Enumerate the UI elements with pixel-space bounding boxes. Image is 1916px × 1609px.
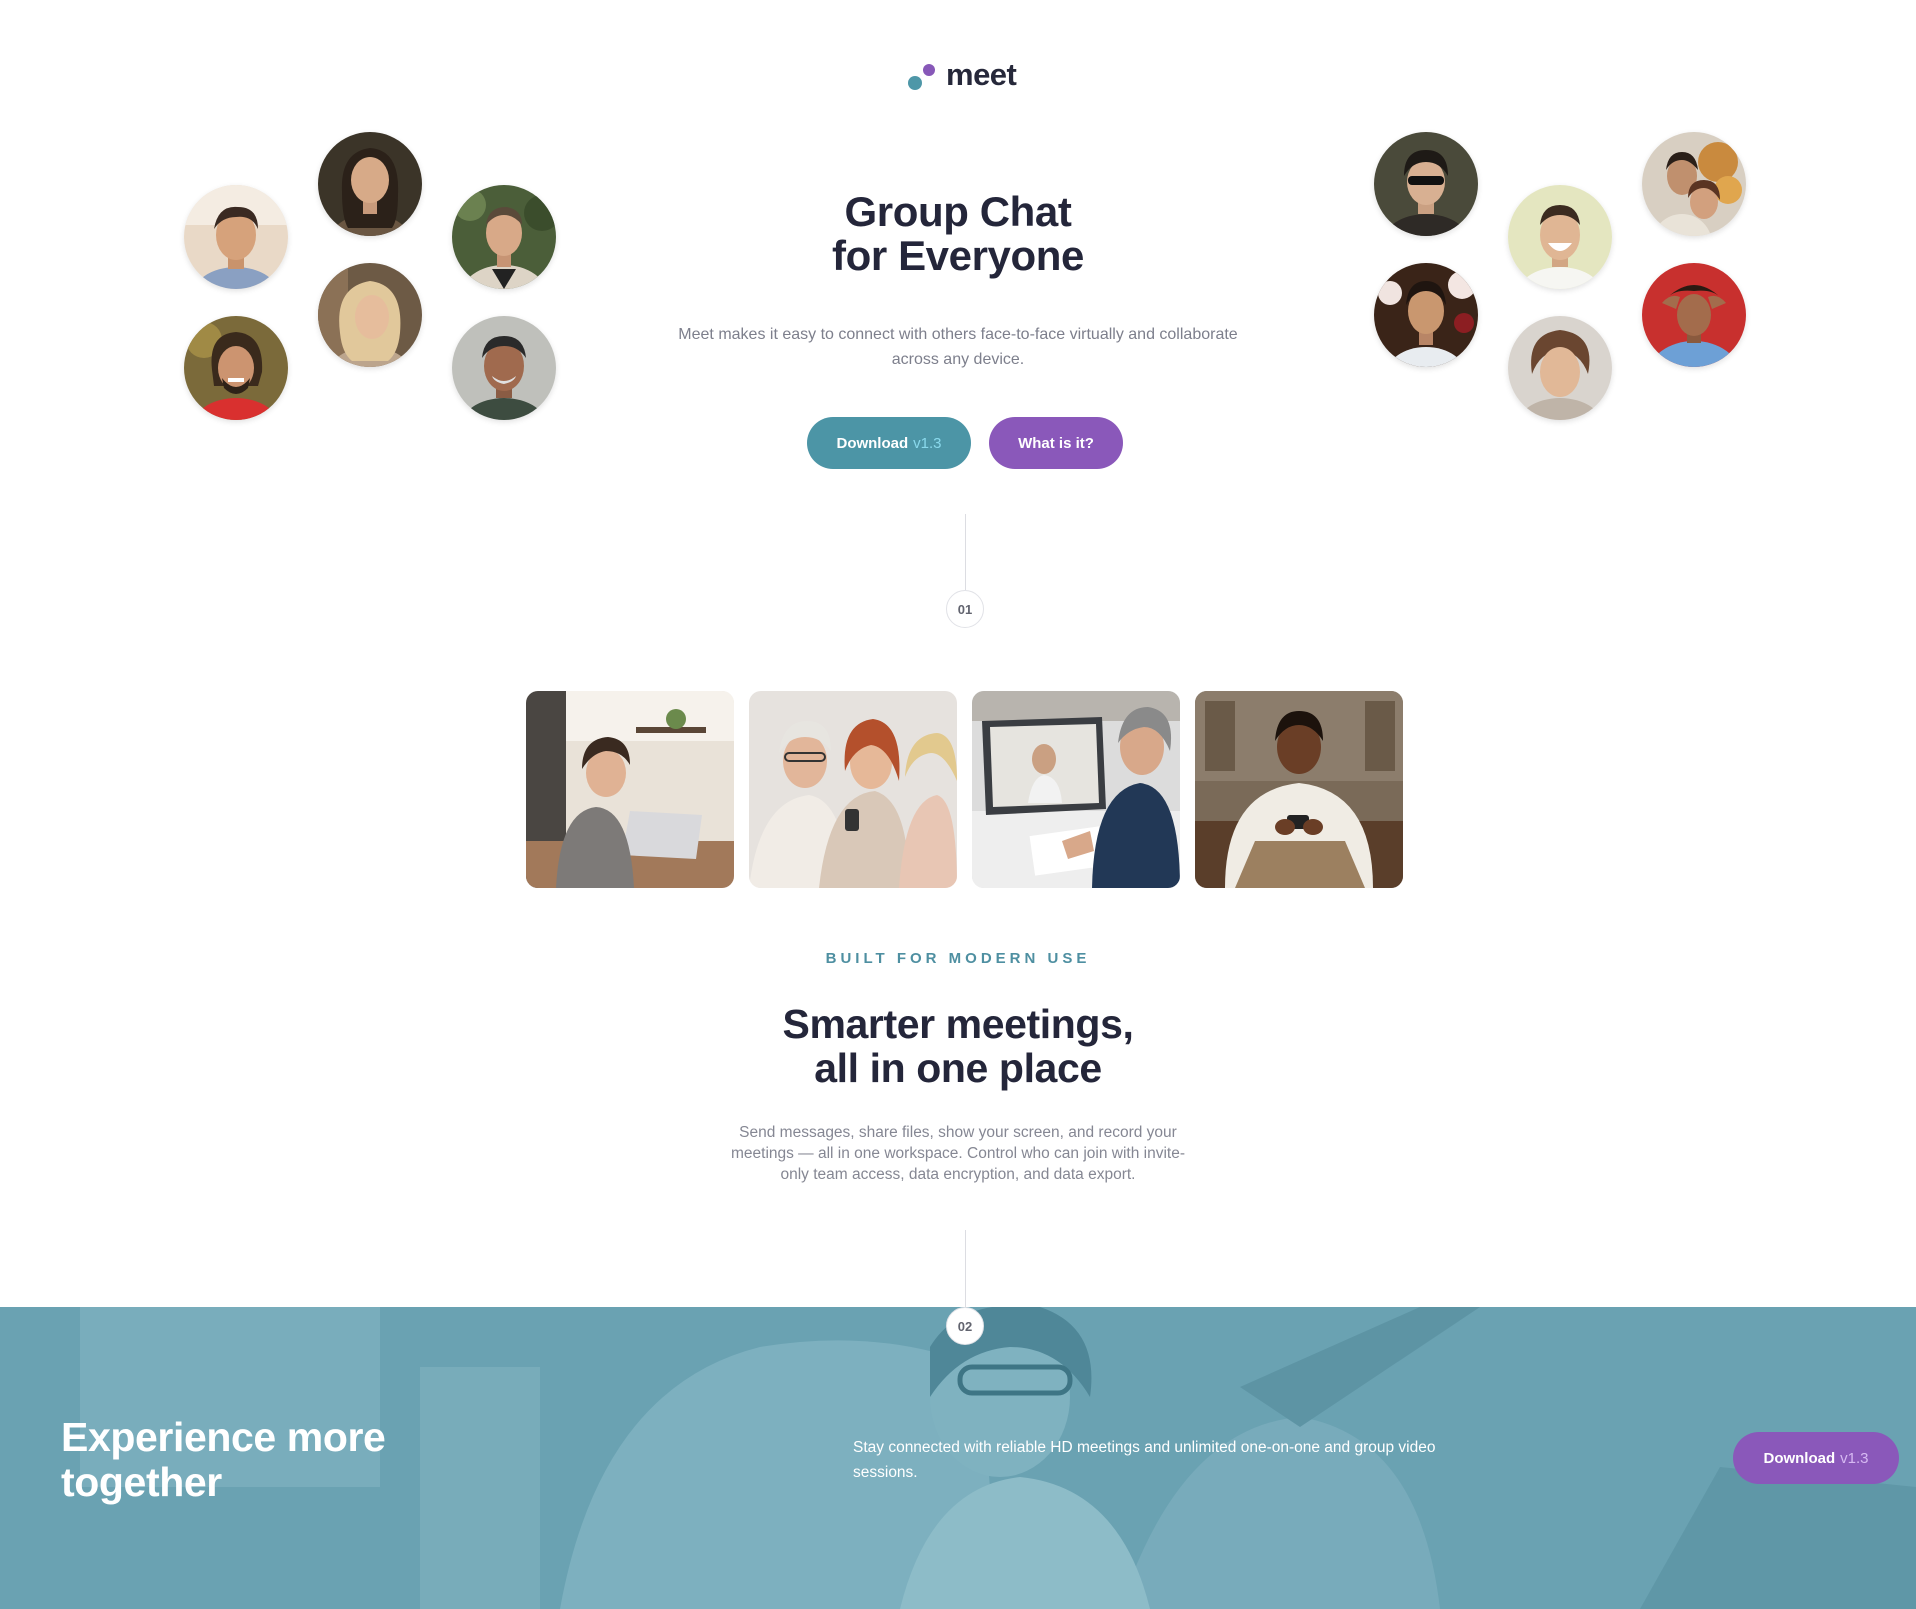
avatar (1642, 132, 1746, 236)
avatar (452, 185, 556, 289)
hero-title-line-1: Group Chat (844, 188, 1072, 235)
photo-woman-laptop (526, 691, 734, 888)
avatar (1374, 132, 1478, 236)
section-eyebrow: BUILT FOR MODERN USE (825, 950, 1091, 967)
avatar (1642, 263, 1746, 367)
logo-text: meet (946, 57, 1017, 92)
banner-title-line-1: Experience more (61, 1414, 386, 1460)
logo-mark-icon (906, 56, 936, 94)
banner-download-button-version: v1.3 (1840, 1449, 1869, 1467)
avatar (184, 185, 288, 289)
landing-page: meet Group Chat for Everyone Meet makes … (0, 0, 1916, 1609)
section-body: Send messages, share files, show your sc… (730, 1124, 1186, 1183)
what-is-it-button[interactable]: What is it? (989, 417, 1123, 469)
avatar (184, 316, 288, 420)
banner-download-button[interactable]: Download v1.3 (1733, 1432, 1899, 1484)
banner-download-button-label: Download (1763, 1449, 1836, 1467)
section-title: Smarter meetings, all in one place (608, 1002, 1308, 1090)
banner-text: Stay connected with reliable HD meetings… (853, 1439, 1436, 1481)
section-title-line-1: Smarter meetings, (782, 1001, 1134, 1047)
avatar (1508, 185, 1612, 289)
avatar (318, 132, 422, 236)
avatar (318, 263, 422, 367)
download-button-version: v1.3 (913, 434, 942, 452)
photo-friends-phone (749, 691, 957, 888)
avatar (1508, 316, 1612, 420)
connector-line (965, 1230, 966, 1308)
avatar (1374, 263, 1478, 367)
connector-line (965, 514, 966, 590)
section-title-line-2: all in one place (814, 1045, 1102, 1091)
avatar (452, 316, 556, 420)
photo-man-phone (1195, 691, 1403, 888)
brand-logo[interactable]: meet (906, 52, 1017, 98)
hero-subtitle: Meet makes it easy to connect with other… (678, 326, 1238, 368)
hero-title-line-2: for Everyone (832, 232, 1084, 279)
banner-title-line-2: together (61, 1459, 222, 1505)
banner-title: Experience more together (61, 1415, 521, 1505)
photo-video-call (972, 691, 1180, 888)
what-is-it-button-label: What is it? (1018, 434, 1094, 452)
download-button-label: Download (836, 434, 909, 452)
step-badge-02: 02 (946, 1307, 984, 1345)
cta-banner: 02 Experience more together Stay connect… (0, 1307, 1916, 1609)
hero-title: Group Chat for Everyone (658, 190, 1258, 278)
step-badge-01: 01 (946, 590, 984, 628)
download-button[interactable]: Download v1.3 (807, 417, 971, 469)
